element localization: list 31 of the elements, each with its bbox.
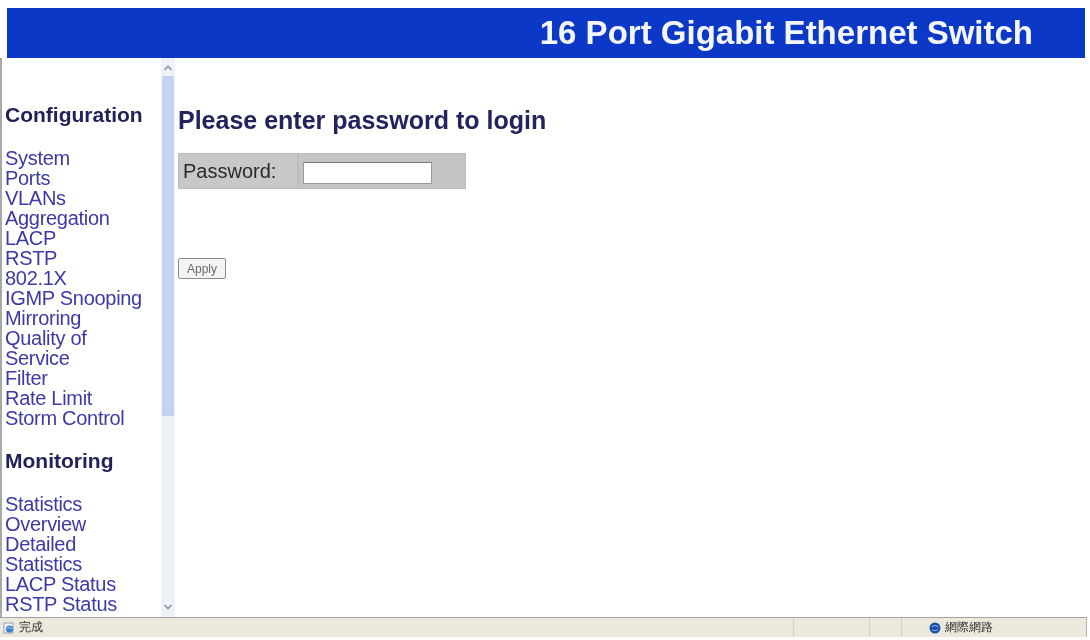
sidebar-link[interactable]: System [5,148,70,168]
sidebar-link[interactable]: Detailed Statistics [5,534,155,574]
sidebar-link[interactable]: Filter [5,368,48,388]
password-field[interactable] [303,162,432,184]
status-text: 完成 [19,619,43,636]
sidebar-link[interactable]: Storm Control [5,408,125,428]
sidebar-heading: Monitoring [5,451,114,471]
sidebar-link[interactable]: Statistics Overview [5,494,155,534]
sidebar-link[interactable]: VLANs [5,188,66,208]
sidebar-link[interactable]: RSTP [5,248,58,268]
sidebar-heading: Configuration [5,105,143,125]
scrollbar[interactable] [161,58,175,617]
globe-icon [929,621,941,634]
sidebar-link[interactable]: Aggregation [5,208,110,228]
sidebar-link[interactable]: Rate Limit [5,388,93,408]
page-icon [3,621,15,634]
password-label: Password: [183,159,277,183]
page-title: 16 Port Gigabit Ethernet Switch [539,13,1033,53]
sidebar-link[interactable]: Quality of Service [5,328,155,368]
sidebar-link[interactable]: LACP Status [5,574,116,594]
login-heading: Please enter password to login [178,105,547,135]
sidebar-link[interactable]: LACP [5,228,57,248]
zone-text: 網際網路 [945,619,993,636]
sidebar-link[interactable]: 802.1X [5,268,67,288]
scroll-thumb[interactable] [162,76,174,416]
scroll-down-icon[interactable] [163,604,173,610]
sidebar-link[interactable]: RSTP Status [5,594,117,614]
sidebar-link[interactable]: Ports [5,168,51,188]
sidebar-link[interactable]: IGMP Snooping [5,288,142,308]
apply-button[interactable]: Apply [178,258,226,279]
scroll-up-icon[interactable] [163,65,173,71]
